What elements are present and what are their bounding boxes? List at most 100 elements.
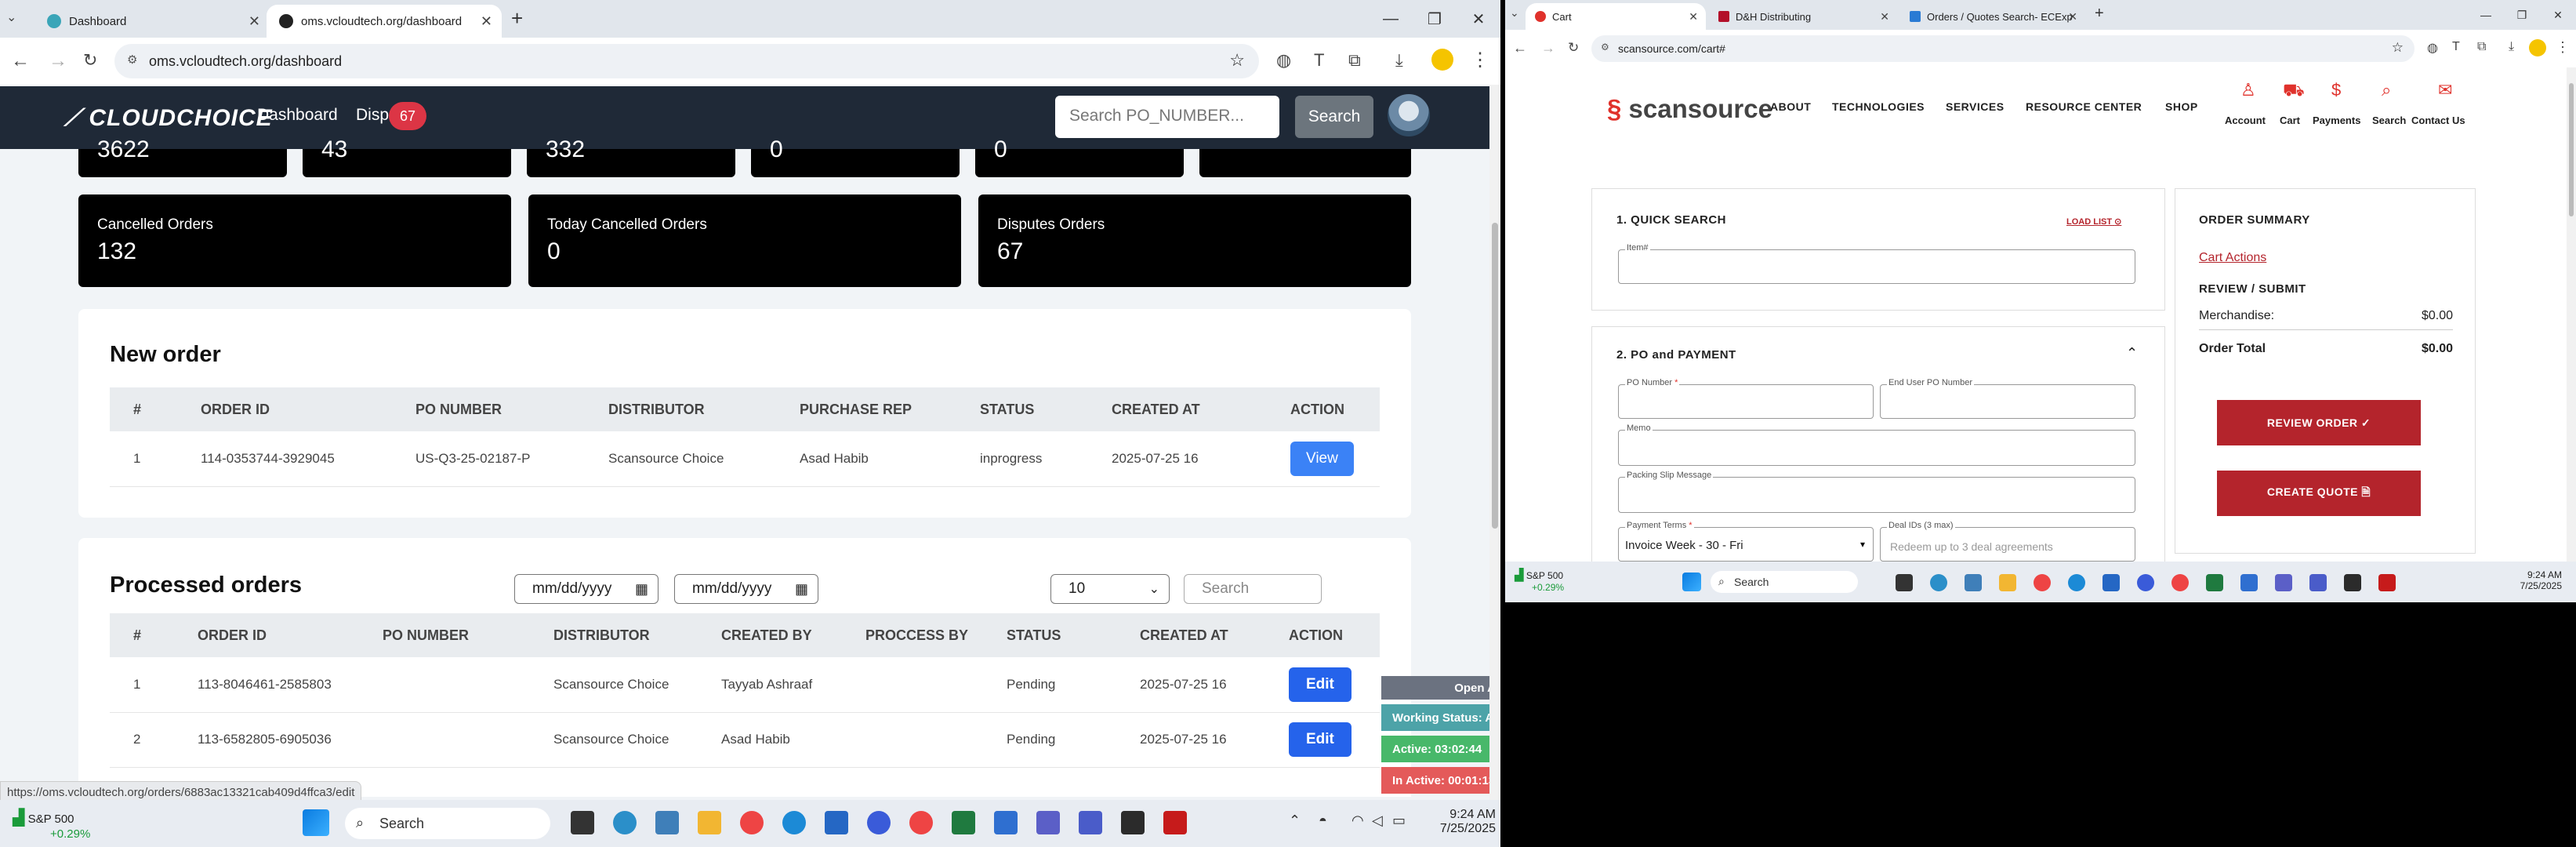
card-disputes-orders[interactable]: Disputes Orders 67	[978, 194, 1411, 287]
date-from-input[interactable]: mm/dd/yyyy ▦	[514, 574, 659, 604]
nav-about[interactable]: ABOUT	[1770, 100, 1811, 113]
close-tab-icon[interactable]: ✕	[481, 13, 492, 30]
new-tab-icon[interactable]: +	[2095, 5, 2104, 23]
calendar-icon[interactable]: ▦	[635, 581, 648, 598]
taskbar-search[interactable]: ⌕ Search	[345, 808, 550, 839]
file-explorer-icon[interactable]	[698, 811, 721, 834]
edit-order-button[interactable]: Edit	[1289, 722, 1351, 757]
app-icon[interactable]	[994, 811, 1018, 834]
close-tab-icon[interactable]: ✕	[2068, 10, 2077, 24]
chrome-icon[interactable]	[909, 811, 933, 834]
bookmark-star-icon[interactable]: ☆	[1229, 50, 1245, 71]
reader-icon[interactable]: T	[2452, 40, 2460, 54]
stock-widget[interactable]: ▟ S&P 500 +0.29%	[1515, 568, 1564, 593]
close-tab-icon[interactable]: ✕	[249, 13, 260, 30]
nav-technologies[interactable]: TECHNOLOGIES	[1832, 100, 1925, 113]
app-icon[interactable]	[2309, 574, 2327, 591]
deal-ids-input[interactable]: Deal IDs (3 max) Redeem up to 3 deal agr…	[1880, 521, 2135, 562]
battery-icon[interactable]: ▭	[1392, 812, 1406, 829]
memo-input[interactable]: Memo	[1618, 424, 2135, 466]
windows-start-icon[interactable]	[1682, 573, 1701, 591]
tab-dh-distributing[interactable]: D&H Distributing ✕	[1709, 3, 1897, 30]
clock[interactable]: 9:24 AM 7/25/2025	[1433, 808, 1496, 836]
minimize-icon[interactable]: —	[1369, 0, 1413, 38]
windows-start-icon[interactable]	[303, 809, 329, 836]
stock-widget[interactable]: ▟ S&P 500 +0.29%	[13, 808, 90, 841]
app-icon[interactable]	[1121, 811, 1145, 834]
clock[interactable]: 9:24 AM 7/25/2025	[2499, 569, 2562, 591]
reader-icon[interactable]: T	[1314, 50, 1324, 71]
new-tab-icon[interactable]: +	[511, 6, 523, 31]
excel-icon[interactable]	[952, 811, 975, 834]
teams-icon[interactable]	[2275, 574, 2292, 591]
nav-resource-center[interactable]: RESOURCE CENTER	[2026, 100, 2142, 113]
nav-shop[interactable]: SHOP	[2165, 100, 2198, 113]
extensions-icon[interactable]: ⧉	[2477, 40, 2486, 54]
view-order-button[interactable]: View	[1290, 441, 1354, 476]
end-user-po-input[interactable]: End User PO Number	[1880, 378, 2135, 419]
search-icon[interactable]: ⌕	[2382, 80, 2391, 100]
task-view-icon[interactable]	[571, 811, 594, 834]
tray-app-icon[interactable]: ◓	[1319, 812, 1327, 829]
reload-icon[interactable]: ↻	[83, 50, 97, 71]
po-search-button[interactable]: Search	[1295, 96, 1373, 138]
edit-order-button[interactable]: Edit	[1289, 667, 1351, 702]
close-window-icon[interactable]: ✕	[2540, 0, 2576, 30]
close-window-icon[interactable]: ✕	[1457, 0, 1500, 38]
calculator-icon[interactable]	[1965, 574, 1982, 591]
load-list-link[interactable]: LOAD LIST ⊙	[2066, 216, 2121, 227]
menu-kebab-icon[interactable]: ⋮	[1471, 49, 1489, 71]
user-avatar[interactable]	[1388, 94, 1430, 136]
calendar-icon[interactable]: ▦	[795, 581, 808, 598]
edge-icon[interactable]	[2068, 574, 2085, 591]
link-cart[interactable]: Cart	[2280, 115, 2300, 126]
site-info-icon[interactable]: ⚙	[1601, 42, 1609, 53]
file-explorer-icon[interactable]	[1999, 574, 2016, 591]
link-payments[interactable]: Payments	[2313, 115, 2360, 126]
wifi-icon[interactable]: ◠	[1351, 812, 1364, 829]
app-icon[interactable]	[1079, 811, 1102, 834]
outlook-icon[interactable]	[2103, 574, 2120, 591]
edge-icon[interactable]	[782, 811, 806, 834]
calculator-icon[interactable]	[655, 811, 679, 834]
address-bar[interactable]: ⚙ oms.vcloudtech.org/dashboard ☆	[114, 44, 1259, 78]
page-scrollbar[interactable]	[1489, 85, 1500, 800]
acrobat-icon[interactable]	[2378, 574, 2396, 591]
scrollbar-thumb[interactable]	[2569, 83, 2574, 216]
chrome-icon[interactable]	[2034, 574, 2051, 591]
translate-icon[interactable]: ◍	[1276, 50, 1291, 71]
app-icon[interactable]	[2240, 574, 2258, 591]
tracker-open-button[interactable]: Open A	[1381, 676, 1500, 700]
item-input[interactable]: Item#	[1618, 243, 2135, 284]
nav-dashboard[interactable]: Dashboard	[257, 106, 338, 125]
payments-icon[interactable]: $	[2331, 80, 2341, 100]
excel-icon[interactable]	[2206, 574, 2223, 591]
cart-actions-link[interactable]: Cart Actions	[2199, 251, 2266, 265]
nav-services[interactable]: SERVICES	[1946, 100, 2005, 113]
reload-icon[interactable]: ↻	[1568, 40, 1579, 56]
maximize-icon[interactable]: ❐	[2504, 0, 2540, 30]
link-account[interactable]: Account	[2225, 115, 2266, 126]
volume-icon[interactable]: ◁	[1372, 812, 1383, 829]
close-tab-icon[interactable]: ✕	[1689, 10, 1698, 24]
date-to-input[interactable]: mm/dd/yyyy ▦	[674, 574, 818, 604]
page-size-select[interactable]: 10 ⌄	[1050, 574, 1170, 604]
po-search-input[interactable]: Search PO_NUMBER...	[1055, 96, 1279, 138]
profile-icon[interactable]	[2529, 39, 2546, 56]
back-icon[interactable]: ←	[1513, 40, 1527, 56]
card-cancelled-orders[interactable]: Cancelled Orders 132	[78, 194, 511, 287]
tab-search-icon[interactable]: ⌄	[6, 9, 16, 25]
app-icon[interactable]	[2137, 574, 2154, 591]
chrome-icon[interactable]	[740, 811, 764, 834]
extensions-icon[interactable]: ⧉	[1348, 50, 1361, 71]
close-tab-icon[interactable]: ✕	[1880, 10, 1889, 24]
back-icon[interactable]: ←	[11, 50, 30, 72]
maximize-icon[interactable]: ❐	[1413, 0, 1457, 38]
tab-oms-dashboard[interactable]: oms.vcloudtech.org/dashboard ✕	[267, 5, 502, 38]
bookmark-star-icon[interactable]: ☆	[2392, 40, 2404, 56]
acrobat-icon[interactable]	[1163, 811, 1187, 834]
taskbar-search[interactable]: ⌕ Search	[1711, 571, 1858, 593]
app-icon[interactable]	[613, 811, 637, 834]
tray-chevron-icon[interactable]: ⌃	[1289, 812, 1301, 829]
create-quote-button[interactable]: CREATE QUOTE 🗎	[2217, 471, 2421, 516]
